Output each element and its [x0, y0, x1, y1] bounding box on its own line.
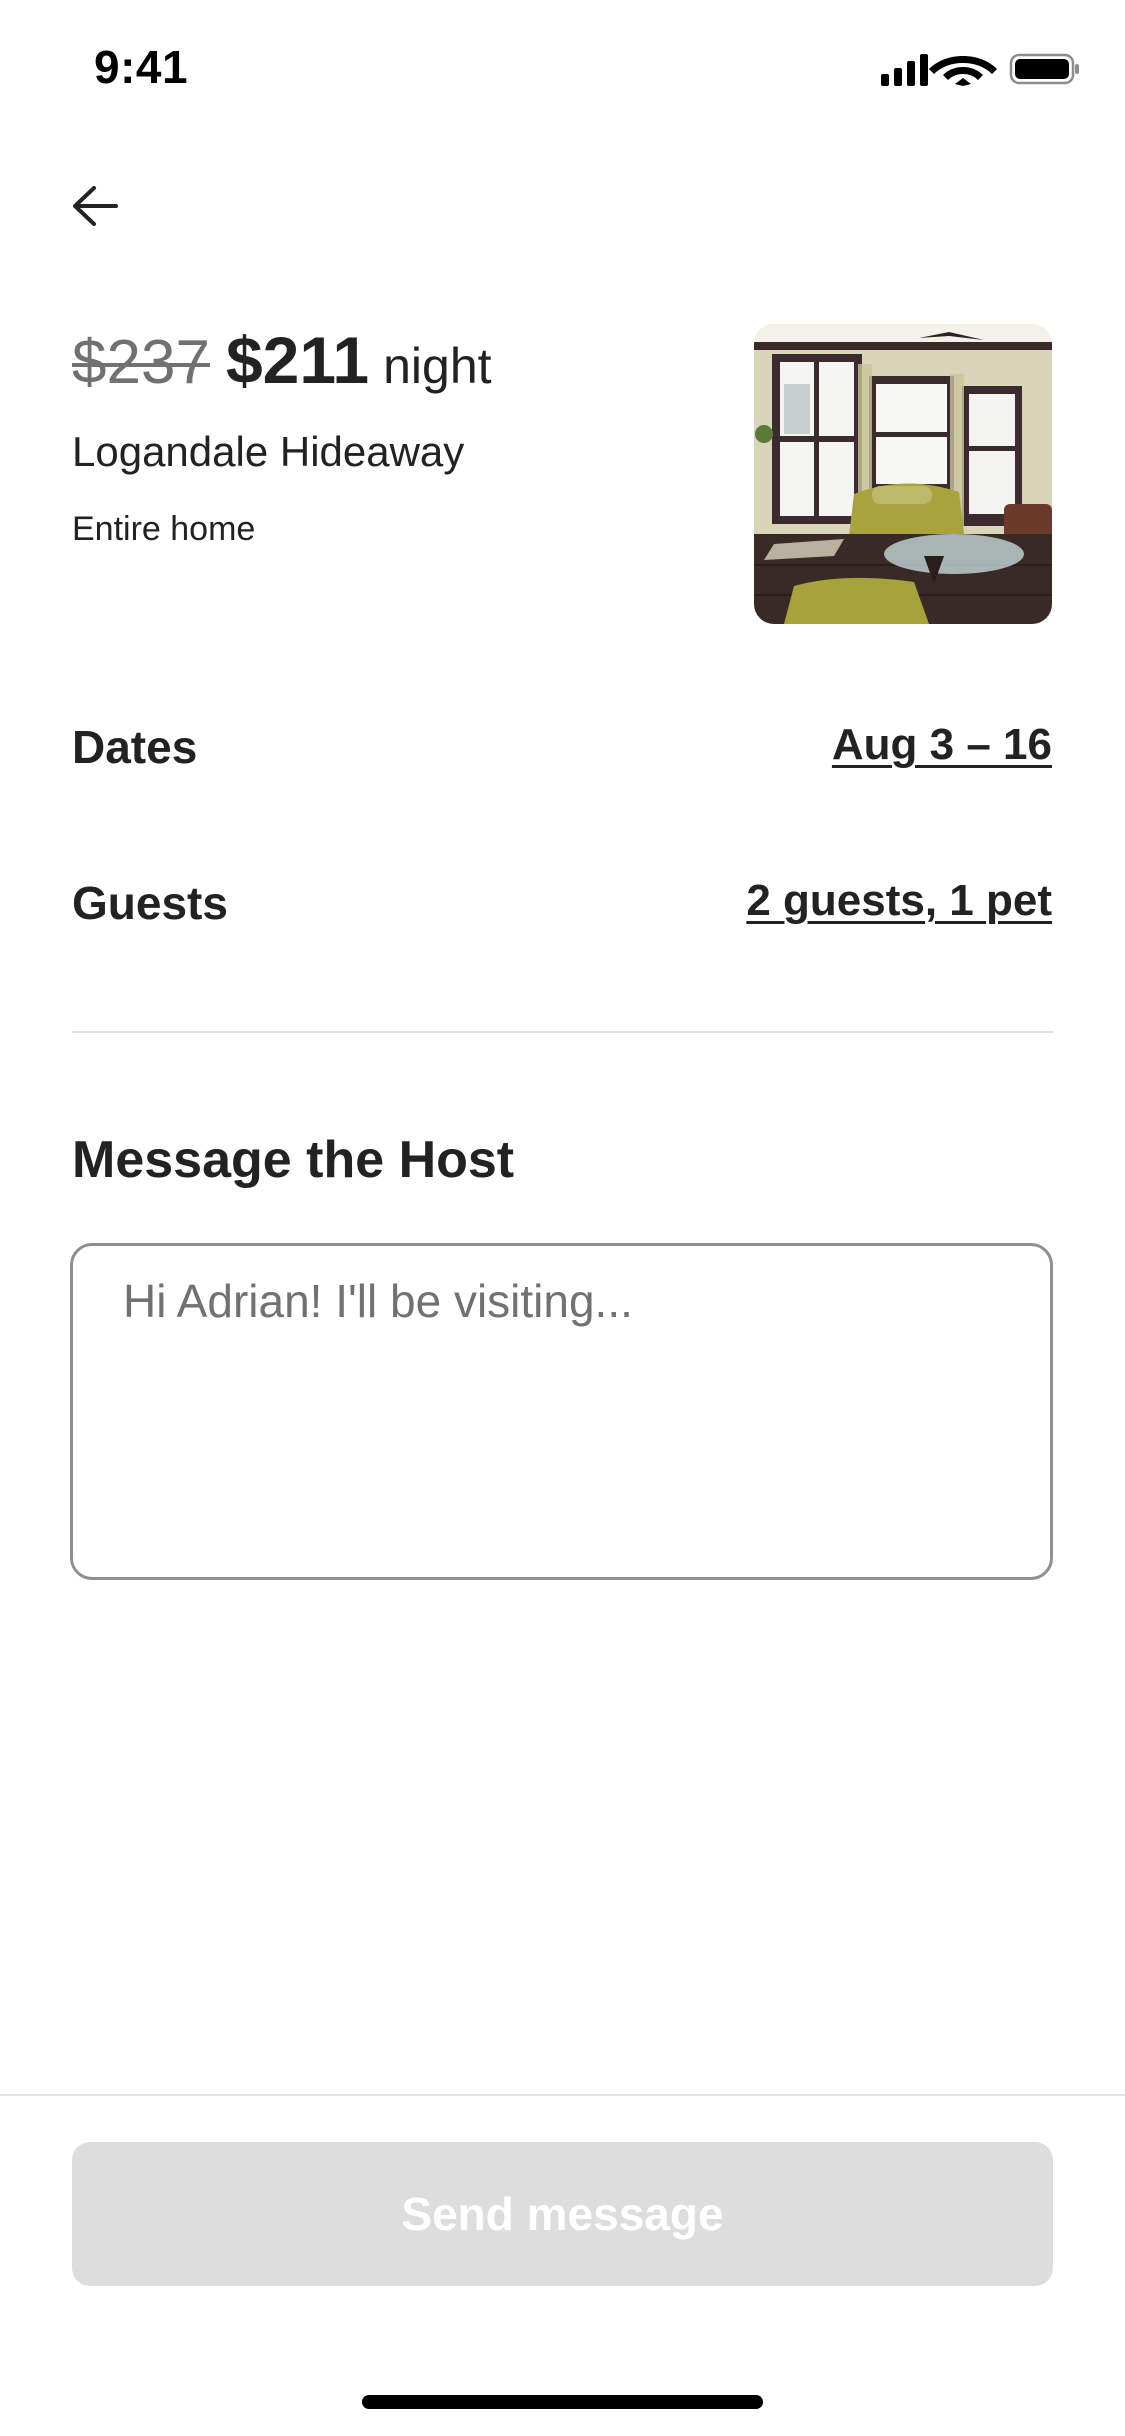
current-price: $211: [225, 323, 370, 397]
listing-photo: [754, 324, 1052, 624]
cellular-signal-icon: [881, 54, 928, 86]
price-unit: night: [383, 338, 492, 394]
wifi-icon: [929, 56, 997, 86]
listing-type: Entire home: [72, 510, 256, 548]
battery-icon: [1009, 53, 1079, 85]
message-section-title: Message the Host: [72, 1131, 515, 1189]
original-price: $237: [72, 328, 210, 397]
footer-divider: [0, 2094, 1125, 2096]
section-divider: [72, 1031, 1053, 1033]
price-row: $237 $211 night: [72, 322, 492, 398]
status-time: 9:41: [94, 41, 189, 93]
dates-label: Dates: [72, 721, 198, 773]
listing-name: Logandale Hideaway: [72, 428, 465, 475]
guests-edit-link[interactable]: 2 guests, 1 pet: [746, 876, 1052, 926]
arrow-left-icon: [73, 186, 118, 226]
message-box: [70, 1243, 1053, 1580]
back-button[interactable]: [60, 176, 130, 236]
dates-edit-link[interactable]: Aug 3 – 16: [832, 720, 1052, 770]
send-message-button[interactable]: Send message: [72, 2142, 1053, 2286]
guests-label: Guests: [72, 877, 228, 929]
home-indicator[interactable]: [362, 2395, 763, 2409]
message-input[interactable]: [73, 1246, 1050, 1577]
status-icons: [881, 52, 1081, 86]
